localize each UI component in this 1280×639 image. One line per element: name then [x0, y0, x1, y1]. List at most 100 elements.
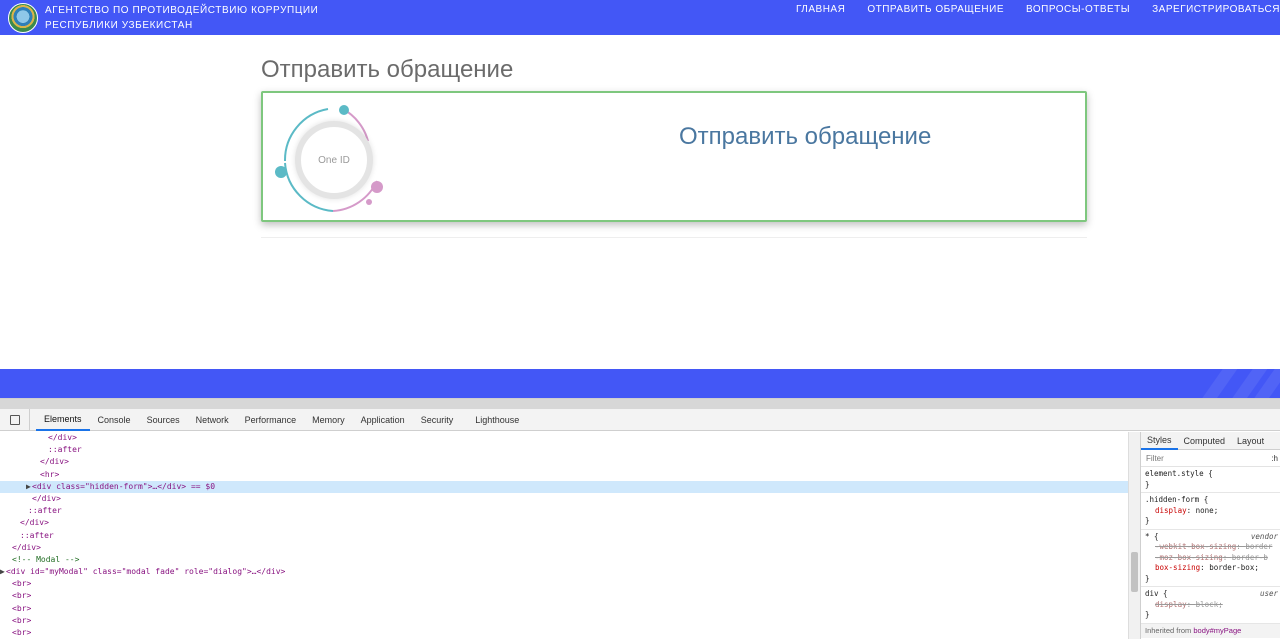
style-rule[interactable]: * {vendor -webkit-box-sizing: border -moz-…	[1141, 530, 1280, 587]
dom-tree-node[interactable]: </div>	[0, 432, 1128, 444]
dom-node-text: <br>	[12, 591, 32, 601]
dom-node-text: <hr>	[40, 469, 60, 479]
content-divider	[261, 237, 1087, 238]
dom-tree-node[interactable]: </div>	[0, 542, 1128, 554]
devtools-tab-security[interactable]: Security	[413, 409, 462, 431]
dom-tree-node[interactable]: <hr>	[0, 469, 1128, 481]
dom-node-text: <div class="hidden-form">…</div> == $0	[32, 481, 216, 491]
style-rules-list: element.style {} .hidden-form {display: n…	[1141, 467, 1280, 624]
dom-tree-node[interactable]: ::after	[0, 505, 1128, 517]
dom-tree-node[interactable]: ::after	[0, 530, 1128, 542]
dom-tree-node[interactable]: <br>	[0, 603, 1128, 615]
style-property[interactable]: -webkit-box-sizing: border	[1145, 542, 1276, 553]
dom-tree-node[interactable]: <br>	[0, 615, 1128, 627]
style-rule-close: }	[1145, 516, 1150, 525]
elements-dom-tree[interactable]: </div>::after </div> <hr> ▶<div class="hidd…	[0, 432, 1128, 639]
styles-pane: Styles Computed Layout Filter :h element…	[1140, 432, 1280, 639]
styles-filter-input[interactable]: Filter :h	[1141, 450, 1280, 467]
inspect-element-icon[interactable]	[0, 408, 30, 431]
dom-tree-node[interactable]: ▶<div class="hidden-form">…</div> == $0	[0, 480, 1128, 493]
style-property[interactable]: display: block;	[1145, 600, 1276, 611]
devtools-resize-handle[interactable]	[0, 399, 1280, 409]
dom-tree-node[interactable]: <!-- Modal -->	[0, 554, 1128, 566]
devtools-tab-performance[interactable]: Performance	[237, 409, 305, 431]
footer-decor-stripe	[1193, 369, 1239, 398]
inherited-from-target[interactable]: body#myPage	[1193, 626, 1241, 635]
oneid-label: One ID	[318, 154, 350, 166]
style-property-value: border-b	[1231, 552, 1268, 562]
devtools-tab-network[interactable]: Network	[188, 409, 237, 431]
devtools-tab-console[interactable]: Console	[90, 409, 139, 431]
style-rule-close: }	[1145, 479, 1150, 489]
style-property[interactable]: display: none;	[1145, 506, 1276, 517]
send-appeal-oneid-card[interactable]: One ID Отправить обращение	[261, 91, 1087, 222]
dom-node-text: </div>	[12, 542, 41, 552]
dom-tree-node[interactable]: ▶<div id="myModal" class="modal fade" ro…	[0, 566, 1128, 578]
dom-node-text: ::after	[28, 506, 62, 516]
devtools-tab-elements[interactable]: Elements	[36, 409, 90, 431]
hover-state-toggle[interactable]: :h	[1271, 450, 1278, 467]
style-rule-close: }	[1145, 573, 1150, 583]
dom-node-text: <br>	[12, 628, 32, 637]
style-rule[interactable]: div { user display: block;}	[1141, 587, 1280, 624]
dom-tree-node[interactable]: ::after	[0, 444, 1128, 456]
page-title: Отправить обращение	[261, 56, 514, 83]
dom-tree-node[interactable]: <br>	[0, 578, 1128, 590]
dom-tree-node[interactable]: </div>	[0, 456, 1128, 468]
style-rule-selector: element.style {	[1145, 469, 1213, 478]
style-property-value: border-box;	[1209, 563, 1259, 572]
dom-tree-node[interactable]: <br>	[0, 627, 1128, 639]
nav-register-link[interactable]: ЗАРЕГИСТРИРОВАТЬСЯ	[1152, 0, 1280, 20]
main-nav: ГЛАВНАЯ ОТПРАВИТЬ ОБРАЩЕНИЕ ВОПРОСЫ-ОТВЕ…	[774, 0, 1280, 20]
styles-tab-styles[interactable]: Styles	[1141, 432, 1178, 450]
style-property-name: -webkit-box-sizing	[1155, 542, 1237, 551]
style-rule-close: }	[1145, 610, 1150, 619]
devtools-tab-memory[interactable]: Memory	[304, 409, 353, 431]
site-footer	[0, 369, 1280, 398]
style-rule-selector: div {	[1145, 589, 1168, 598]
style-rule[interactable]: element.style {}	[1141, 467, 1280, 493]
dom-node-text: </div>	[32, 493, 61, 503]
style-property[interactable]: -moz-box-sizing: border-b	[1145, 553, 1276, 564]
style-property-name: display	[1155, 505, 1187, 515]
dom-node-text: </div>	[48, 433, 77, 442]
dom-node-text: ::after	[20, 530, 54, 540]
inherited-from-text: Inherited from	[1145, 625, 1192, 635]
dom-node-text: <br>	[12, 615, 32, 625]
dom-tree-scrollbar-thumb[interactable]	[1131, 552, 1138, 592]
devtools-tab-application[interactable]: Application	[353, 409, 413, 431]
dom-tree-node[interactable]: </div>	[0, 517, 1128, 529]
devtools-tabbar: Elements Console Sources Network Perform…	[0, 408, 1280, 431]
style-rule[interactable]: .hidden-form {display: none;}	[1141, 493, 1280, 530]
devtools-tab-lighthouse[interactable]: Lighthouse	[467, 409, 527, 431]
devtools-panel: Elements Console Sources Network Perform…	[0, 398, 1280, 639]
nav-home-link[interactable]: ГЛАВНАЯ	[796, 0, 845, 20]
styles-tab-layout[interactable]: Layout	[1231, 432, 1270, 450]
style-property-name: box-sizing	[1155, 563, 1201, 572]
nav-faq-link[interactable]: ВОПРОСЫ-ОТВЕТЫ	[1026, 0, 1130, 20]
dom-node-text: </div>	[20, 518, 49, 528]
style-property-name: -moz-box-sizing	[1155, 552, 1223, 562]
style-property-value: block;	[1195, 599, 1223, 609]
dom-tree-scrollbar[interactable]	[1128, 432, 1140, 639]
nav-send-appeal-link[interactable]: ОТПРАВИТЬ ОБРАЩЕНИЕ	[867, 0, 1004, 20]
agency-name[interactable]: АГЕНТСТВО ПО ПРОТИВОДЕЙСТВИЮ КОРРУПЦИИ Р…	[45, 3, 318, 33]
dom-tree-node[interactable]: <br>	[0, 590, 1128, 602]
style-property-name: display	[1155, 599, 1187, 609]
agency-name-line2: РЕСПУБЛИКИ УЗБЕКИСТАН	[45, 20, 193, 31]
oneid-logo: One ID	[273, 101, 388, 216]
inherited-from-label: Inherited from body#myPage	[1141, 623, 1280, 638]
uzbekistan-emblem-icon[interactable]	[8, 3, 38, 33]
devtools-tab-sources[interactable]: Sources	[139, 409, 188, 431]
styles-filter-placeholder: Filter	[1146, 454, 1164, 463]
agency-name-line1: АГЕНТСТВО ПО ПРОТИВОДЕЙСТВИЮ КОРРУПЦИИ	[45, 5, 319, 16]
dom-node-text: <br>	[12, 579, 32, 589]
dom-node-text: <br>	[12, 603, 32, 613]
style-rule-source: user	[1259, 589, 1278, 598]
dom-tree-node[interactable]: </div>	[0, 493, 1128, 505]
dom-node-text: <div id="myModal" class="modal fade" rol…	[6, 567, 286, 577]
dom-node-text: <!-- Modal -->	[12, 554, 80, 564]
oneid-circle: One ID	[295, 121, 373, 199]
style-property[interactable]: box-sizing: border-box;	[1145, 563, 1276, 574]
styles-tab-computed[interactable]: Computed	[1178, 432, 1232, 450]
